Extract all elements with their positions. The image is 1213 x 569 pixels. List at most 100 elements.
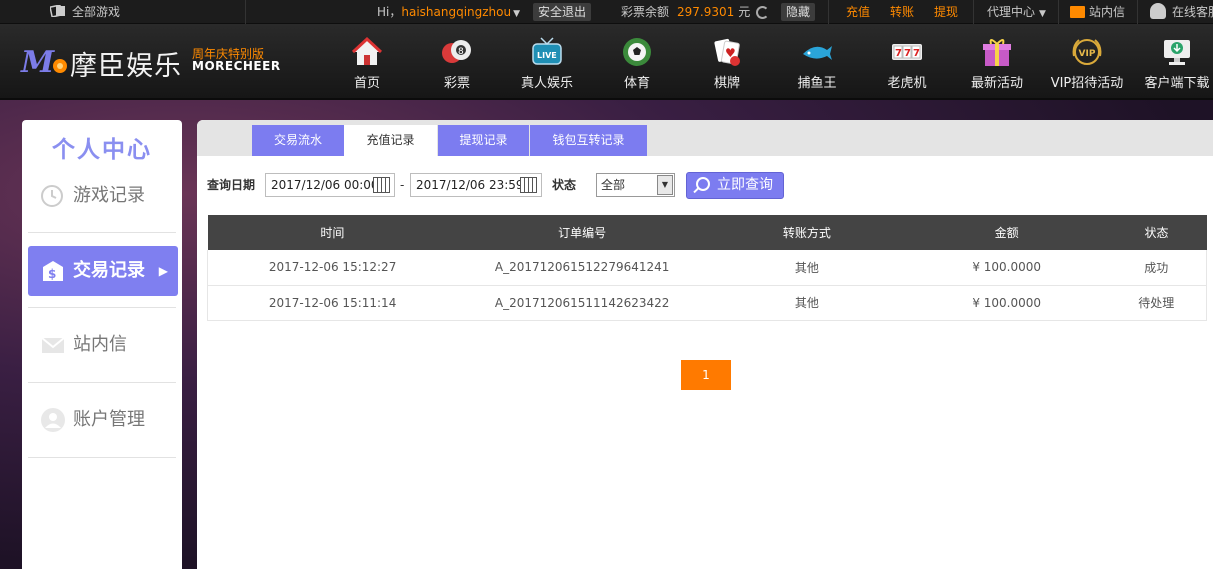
sidebar-item-label: 账户管理	[73, 409, 145, 430]
cell-amount: ¥ 100.0000	[906, 250, 1107, 286]
main-panel: 交易流水 充值记录 提现记录 钱包互转记录 查询日期 2017/12/06 00…	[197, 120, 1213, 569]
nav-home[interactable]: 首页	[322, 24, 412, 100]
query-button[interactable]: 立即查询	[686, 172, 784, 199]
fish-icon	[803, 46, 832, 60]
lottery-balls-icon: 8	[442, 40, 471, 63]
all-games-label: 全部游戏	[72, 5, 121, 19]
cell-method: 其他	[707, 250, 907, 286]
user-menu[interactable]: Hi，haishangqingzhou ▼	[377, 0, 520, 24]
logo-mark-icon: M	[20, 45, 67, 80]
refresh-icon[interactable]	[756, 6, 770, 19]
cell-order-id: A_201712061512279641241	[457, 250, 708, 286]
tab-bar: 交易流水 充值记录 提现记录 钱包互转记录	[197, 120, 1213, 156]
nav-fishing[interactable]: 捕鱼王	[772, 24, 862, 100]
chevron-down-icon: ▼	[1039, 9, 1046, 19]
nav-label: 体育	[623, 76, 650, 91]
nav-chess-cards[interactable]: ♥ 棋牌	[682, 24, 772, 100]
svg-text:LIVE: LIVE	[537, 51, 557, 60]
withdraw-link[interactable]: 提现	[934, 0, 958, 24]
tagline-en: MORECHEER	[192, 59, 281, 73]
top-bar: 全部游戏 Hi，haishangqingzhou ▼ 安全退出 彩票余额 297.9…	[0, 0, 1213, 24]
sidebar-title: 个人中心	[52, 137, 152, 163]
column-header: 订单编号	[457, 215, 708, 250]
nav-sports[interactable]: 体育	[592, 24, 682, 100]
hide-balance-button[interactable]: 隐藏	[781, 0, 816, 24]
all-games-link[interactable]: 全部游戏	[50, 0, 120, 24]
page-button-current[interactable]: 1	[681, 360, 731, 390]
agent-center-menu[interactable]: 代理中心 ▼	[987, 0, 1046, 24]
nav-live[interactable]: LIVE 真人娱乐	[502, 24, 592, 100]
nav-label: 客户端下载	[1144, 76, 1210, 91]
status-select[interactable]: 全部 ▼	[596, 173, 675, 197]
svg-text:7: 7	[904, 48, 911, 59]
user-icon	[41, 408, 65, 432]
cell-amount: ¥ 100.0000	[906, 285, 1107, 321]
logout-label: 安全退出	[533, 3, 592, 21]
username: haishangqingzhou	[401, 5, 512, 19]
envelope-icon	[41, 337, 65, 353]
sidebar-item-account[interactable]: 账户管理	[28, 395, 178, 445]
nav-download[interactable]: 客户端下载	[1132, 24, 1213, 100]
sidebar-item-label: 站内信	[73, 334, 127, 355]
tab-transaction-flow[interactable]: 交易流水	[252, 125, 344, 156]
nav-slots[interactable]: 777 老虎机	[862, 24, 952, 100]
tab-recharge-records[interactable]: 充值记录	[344, 125, 437, 156]
sidebar-item-label: 游戏记录	[73, 185, 145, 206]
logout-button[interactable]: 安全退出	[533, 0, 592, 24]
query-button-label: 立即查询	[717, 177, 773, 193]
cell-order-id: A_201712061511142623422	[457, 285, 708, 321]
inbox-link[interactable]: 站内信	[1070, 0, 1125, 24]
cell-method: 其他	[707, 285, 907, 321]
nav-label: 真人娱乐	[520, 76, 573, 91]
transfer-link[interactable]: 转账	[890, 0, 914, 24]
nav-label: 首页	[353, 76, 380, 91]
calendar-icon[interactable]	[520, 177, 537, 193]
main-header: M 摩臣娱乐 周年庆特别版 MORECHEER 首页 8 彩票 LIVE 真人娱…	[0, 24, 1213, 100]
status-select-value: 全部	[601, 178, 626, 192]
calendar-icon[interactable]	[373, 177, 390, 193]
svg-text:8: 8	[458, 47, 464, 57]
vip-badge-icon: VIP	[1072, 39, 1102, 65]
sidebar-item-label: 交易记录	[73, 260, 145, 281]
download-monitor-icon	[1164, 40, 1190, 65]
tab-wallet-transfer-records[interactable]: 钱包互转记录	[530, 125, 647, 156]
balance-value: 297.9301	[677, 5, 735, 19]
divider	[1058, 0, 1059, 24]
cell-time: 2017-12-06 15:11:14	[207, 285, 458, 321]
sidebar-item-game-records[interactable]: 游戏记录	[28, 171, 178, 221]
table-row: 2017-12-06 15:11:14 A_201712061511142623…	[207, 285, 1207, 321]
divider	[828, 0, 829, 24]
hide-label: 隐藏	[781, 3, 816, 21]
nav-label: 棋牌	[713, 76, 740, 91]
divider	[245, 0, 246, 24]
sidebar-item-inbox[interactable]: 站内信	[28, 320, 178, 370]
svg-text:M: M	[20, 45, 55, 80]
records-table: 时间 订单编号 转账方式 金额 状态 2017-12-06 15:12:27 A…	[207, 215, 1207, 321]
divider	[28, 382, 176, 383]
clock-icon	[41, 185, 63, 207]
sidebar-item-transaction-records[interactable]: $ 交易记录 ▶	[28, 246, 178, 296]
start-date-input[interactable]: 2017/12/06 00:00	[265, 173, 395, 197]
nav-label: 彩票	[443, 76, 470, 91]
column-header: 状态	[1106, 215, 1207, 250]
table-row: 2017-12-06 15:12:27 A_201712061512279641…	[207, 250, 1207, 286]
tab-withdraw-records[interactable]: 提现记录	[438, 125, 529, 156]
cell-status: 成功	[1106, 250, 1207, 286]
column-header: 金额	[906, 215, 1107, 250]
start-date-value: 2017/12/06 00:00	[271, 178, 379, 192]
nav-lottery[interactable]: 8 彩票	[412, 24, 502, 100]
online-service-label: 在线客服	[1172, 5, 1213, 19]
divider	[973, 0, 974, 24]
live-tv-icon: LIVE	[532, 37, 562, 65]
nav-promotions[interactable]: 最新活动	[952, 24, 1042, 100]
end-date-input[interactable]: 2017/12/06 23:59	[410, 173, 542, 197]
divider	[28, 457, 176, 458]
customer-service-icon	[1150, 3, 1166, 19]
column-header: 时间	[207, 215, 458, 250]
date-range-dash: -	[400, 178, 405, 192]
recharge-link[interactable]: 充值	[846, 0, 870, 24]
online-service-link[interactable]: 在线客服	[1150, 0, 1213, 24]
nav-vip[interactable]: VIP VIP招待活动	[1042, 24, 1132, 100]
envelope-icon	[1070, 6, 1085, 18]
home-icon	[351, 36, 383, 65]
